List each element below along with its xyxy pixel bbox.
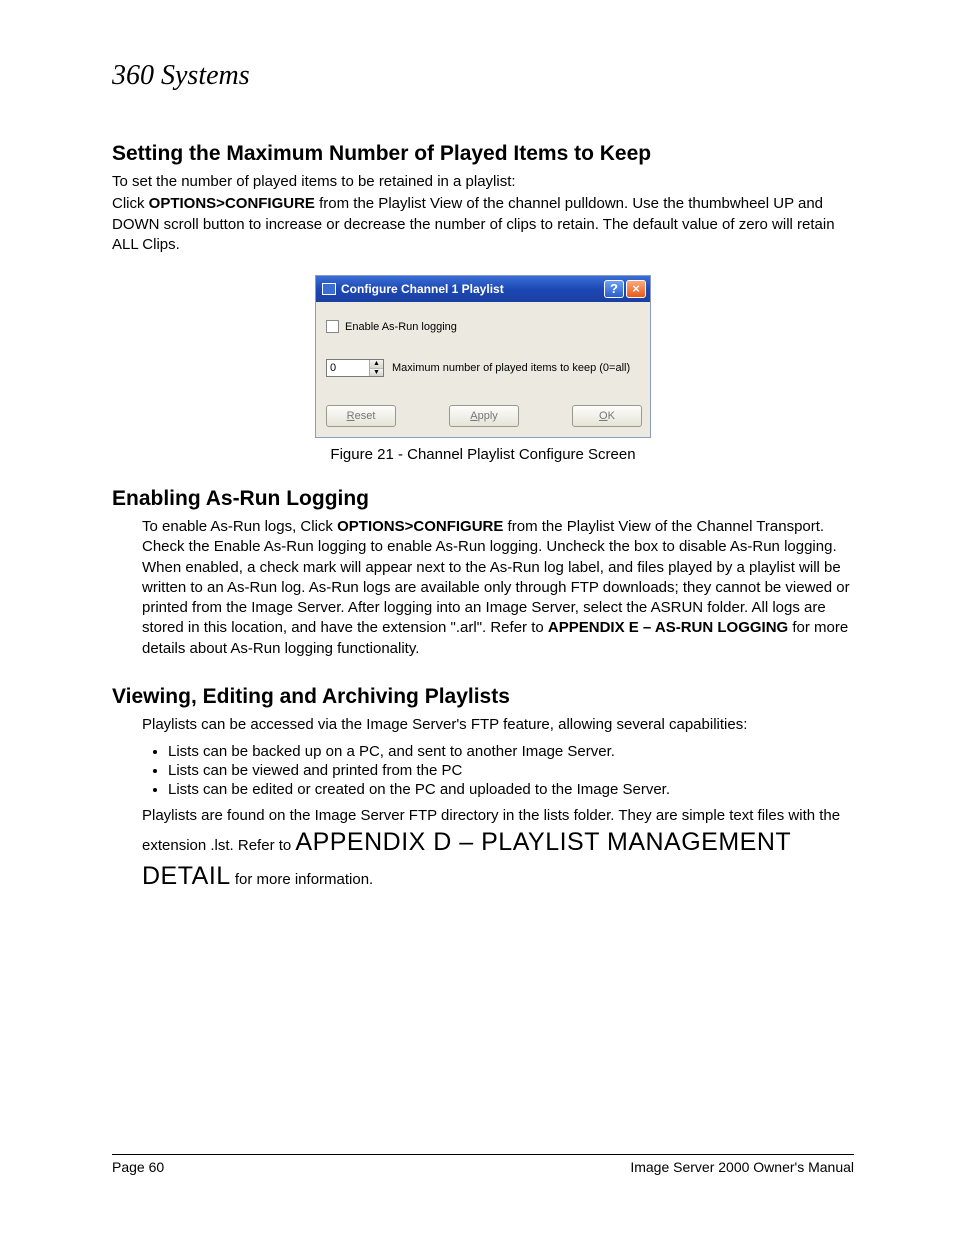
list-item: Lists can be viewed and printed from the…	[168, 762, 854, 779]
section1-intro: To set the number of played items to be …	[112, 172, 854, 192]
text: To enable As-Run logs, Click	[142, 518, 337, 535]
section3-intro: Playlists can be accessed via the Image …	[112, 715, 854, 735]
list-item: Lists can be backed up on a PC, and sent…	[168, 743, 854, 760]
dialog-title: Configure Channel 1 Playlist	[341, 282, 602, 296]
max-items-label: Maximum number of played items to keep (…	[392, 362, 630, 374]
dialog-body: Enable As-Run logging ▲ ▼ Maximum number…	[316, 302, 650, 437]
section1-body: Click OPTIONS>CONFIGURE from the Playlis…	[112, 194, 854, 255]
section3-body: Playlists are found on the Image Server …	[112, 806, 854, 894]
close-button[interactable]: ×	[626, 280, 646, 298]
spinner-buttons: ▲ ▼	[369, 360, 383, 376]
section3-heading: Viewing, Editing and Archiving Playlists	[112, 685, 854, 709]
spinner-down-icon[interactable]: ▼	[370, 369, 383, 377]
max-items-input[interactable]	[327, 360, 369, 376]
asrun-checkbox-label: Enable As-Run logging	[345, 321, 457, 333]
asrun-checkbox-row: Enable As-Run logging	[326, 320, 642, 333]
max-items-spinner[interactable]: ▲ ▼	[326, 359, 384, 377]
manual-title: Image Server 2000 Owner's Manual	[630, 1159, 854, 1175]
apply-button[interactable]: Apply	[449, 405, 519, 427]
appendix-e-bold: APPENDIX E – AS-RUN LOGGING	[548, 619, 788, 636]
help-button[interactable]: ?	[604, 280, 624, 298]
document-page: 360 Systems Setting the Maximum Number o…	[0, 0, 954, 1235]
section2-heading: Enabling As-Run Logging	[112, 487, 854, 511]
spinner-up-icon[interactable]: ▲	[370, 360, 383, 369]
list-item: Lists can be edited or created on the PC…	[168, 781, 854, 798]
bullet-list: Lists can be backed up on a PC, and sent…	[112, 743, 854, 798]
dialog-button-row: Reset Apply OK	[326, 405, 642, 427]
section1-heading: Setting the Maximum Number of Played Ite…	[112, 142, 854, 166]
options-configure-bold: OPTIONS>CONFIGURE	[149, 195, 315, 212]
options-configure-bold-2: OPTIONS>CONFIGURE	[337, 518, 503, 535]
reset-button[interactable]: Reset	[326, 405, 396, 427]
figure-caption: Figure 21 - Channel Playlist Configure S…	[112, 446, 854, 463]
text: for more information.	[231, 871, 374, 888]
section2-body: To enable As-Run logs, Click OPTIONS>CON…	[112, 517, 854, 659]
asrun-checkbox[interactable]	[326, 320, 339, 333]
page-footer: Page 60 Image Server 2000 Owner's Manual	[112, 1154, 854, 1175]
dialog-titlebar: Configure Channel 1 Playlist ? ×	[316, 276, 650, 302]
max-items-row: ▲ ▼ Maximum number of played items to ke…	[326, 359, 642, 377]
page-number: Page 60	[112, 1159, 164, 1175]
configure-dialog: Configure Channel 1 Playlist ? × Enable …	[315, 275, 651, 438]
brand-logo: 360 Systems	[112, 60, 854, 92]
text: Click	[112, 195, 149, 212]
dialog-figure: Configure Channel 1 Playlist ? × Enable …	[112, 275, 854, 438]
ok-button[interactable]: OK	[572, 405, 642, 427]
system-icon	[322, 283, 336, 295]
